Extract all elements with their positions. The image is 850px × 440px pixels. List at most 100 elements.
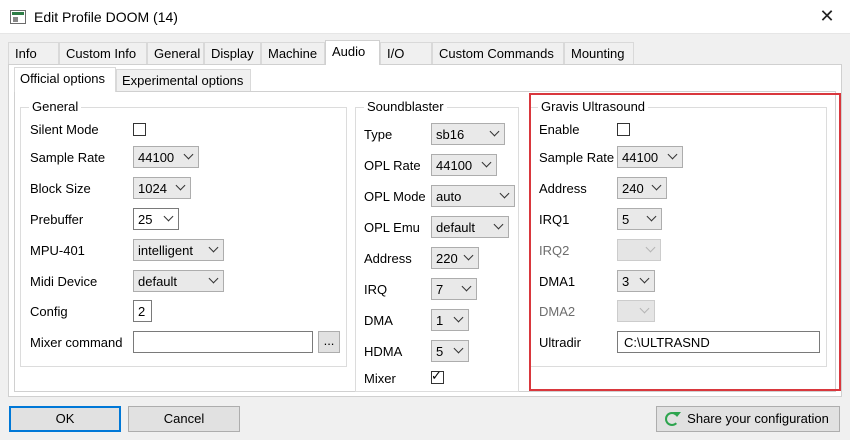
chevron-down-icon	[639, 273, 650, 284]
opl-emu-label: OPL Emu	[364, 220, 420, 235]
gus-irq1-select[interactable]: 5	[617, 208, 662, 230]
gus-ultradir-field[interactable]: C:\ULTRASND	[617, 331, 820, 353]
config-label: Config	[30, 304, 68, 319]
sb-irq-value: 7	[436, 282, 444, 297]
chevron-down-icon	[489, 126, 500, 137]
sb-address-select[interactable]: 220	[431, 247, 479, 269]
tab-audio[interactable]: Audio	[325, 40, 380, 65]
gus-sample-rate-select[interactable]: 44100	[617, 146, 683, 168]
gus-irq1-value: 5	[622, 212, 630, 227]
sample-rate-value: 44100	[138, 150, 175, 165]
opl-rate-value: 44100	[436, 158, 473, 173]
soundblaster-group-title: Soundblaster	[364, 99, 447, 114]
share-configuration-button[interactable]: Share your configuration	[656, 406, 840, 432]
chevron-down-icon	[651, 180, 662, 191]
sb-dma-label: DMA	[364, 313, 393, 328]
gus-dma2-label: DMA2	[539, 304, 576, 319]
gus-address-label: Address	[539, 181, 587, 196]
sb-dma-select[interactable]: 1	[431, 309, 469, 331]
mixer-command-field[interactable]	[133, 331, 313, 353]
midi-device-label: Midi Device	[30, 274, 98, 289]
block-size-select[interactable]: 1024	[133, 177, 191, 199]
chevron-down-icon	[163, 211, 174, 222]
gus-address-value: 240	[622, 181, 644, 196]
chevron-down-icon	[453, 343, 464, 354]
sb-mixer-checkbox[interactable]: ✓	[431, 368, 444, 384]
close-button[interactable]: ✕	[804, 0, 850, 34]
app-icon	[10, 10, 26, 24]
prebuffer-spinbox[interactable]: 25	[133, 208, 179, 230]
tab-custom-info[interactable]: Custom Info	[59, 42, 147, 64]
gus-address-select[interactable]: 240	[617, 177, 667, 199]
mpu401-select[interactable]: intelligent	[133, 239, 224, 261]
gus-irq2-label: IRQ2	[539, 243, 570, 258]
gus-dma1-label: DMA1	[539, 274, 576, 289]
opl-emu-select[interactable]: default	[431, 216, 509, 238]
general-group-title: General	[29, 99, 82, 114]
subtab-experimental-options[interactable]: Experimental options	[116, 69, 251, 91]
chevron-down-icon	[183, 149, 194, 160]
gus-enable-checkbox[interactable]	[617, 123, 630, 136]
sb-type-select[interactable]: sb16	[431, 123, 505, 145]
gus-dma1-select[interactable]: 3	[617, 270, 655, 292]
window-title: Edit Profile DOOM (14)	[34, 9, 178, 25]
sb-hdma-label: HDMA	[364, 344, 403, 359]
title-bar: Edit Profile DOOM (14) ✕	[0, 0, 850, 34]
mpu401-label: MPU-401	[30, 243, 85, 258]
tab-general[interactable]: General	[147, 42, 204, 64]
gus-sample-rate-label: Sample Rate	[539, 150, 615, 165]
midi-device-select[interactable]: default	[133, 270, 224, 292]
sb-type-value: sb16	[436, 127, 465, 142]
checkmark-icon: ✓	[431, 368, 442, 383]
sb-dma-value: 1	[436, 313, 444, 328]
prebuffer-value: 25	[138, 212, 153, 227]
chevron-down-icon	[208, 273, 219, 284]
config-field[interactable]: 2	[133, 300, 152, 322]
silent-mode-checkbox[interactable]	[133, 123, 146, 136]
gus-ultradir-value: C:\ULTRASND	[624, 335, 710, 350]
chevron-down-icon	[499, 188, 510, 199]
tab-info[interactable]: Info	[8, 42, 59, 64]
sb-type-label: Type	[364, 127, 393, 142]
opl-mode-select[interactable]: auto	[431, 185, 515, 207]
gus-group-title: Gravis Ultrasound	[538, 99, 649, 114]
gus-irq1-label: IRQ1	[539, 212, 570, 227]
sb-irq-select[interactable]: 7	[431, 278, 477, 300]
chevron-down-icon	[175, 180, 186, 191]
share-configuration-label: Share your configuration	[687, 411, 829, 426]
mixer-command-label: Mixer command	[30, 335, 123, 350]
chevron-down-icon	[453, 312, 464, 323]
chevron-down-icon	[463, 250, 474, 261]
silent-mode-label: Silent Mode	[30, 122, 99, 137]
tab-custom-commands[interactable]: Custom Commands	[432, 42, 564, 64]
gus-irq2-select[interactable]	[617, 239, 661, 261]
chevron-down-icon	[208, 242, 219, 253]
opl-rate-select[interactable]: 44100	[431, 154, 497, 176]
subtab-official-options[interactable]: Official options	[14, 67, 116, 92]
gus-enable-label: Enable	[539, 122, 580, 137]
prebuffer-label: Prebuffer	[30, 212, 84, 227]
cancel-button[interactable]: Cancel	[128, 406, 240, 432]
gus-dma2-select[interactable]	[617, 300, 655, 322]
ok-button[interactable]: OK	[9, 406, 121, 432]
tab-display[interactable]: Display	[204, 42, 261, 64]
sample-rate-select[interactable]: 44100	[133, 146, 199, 168]
sb-address-label: Address	[364, 251, 412, 266]
sb-mixer-label: Mixer	[364, 371, 396, 386]
opl-mode-value: auto	[436, 189, 462, 204]
midi-device-value: default	[138, 274, 178, 289]
gus-dma1-value: 3	[622, 274, 630, 289]
gus-sample-rate-value: 44100	[622, 150, 659, 165]
sb-hdma-value: 5	[436, 344, 444, 359]
browse-button[interactable]: ...	[318, 331, 340, 353]
opl-emu-value: default	[436, 220, 476, 235]
chevron-down-icon	[639, 303, 650, 314]
gus-ultradir-label: Ultradir	[539, 335, 581, 350]
tab-io[interactable]: I/O	[380, 42, 432, 64]
sample-rate-label: Sample Rate	[30, 150, 106, 165]
chevron-down-icon	[461, 281, 472, 292]
sb-hdma-select[interactable]: 5	[431, 340, 469, 362]
tab-machine[interactable]: Machine	[261, 42, 325, 64]
mpu401-value: intelligent	[138, 243, 193, 258]
tab-mounting[interactable]: Mounting	[564, 42, 634, 64]
